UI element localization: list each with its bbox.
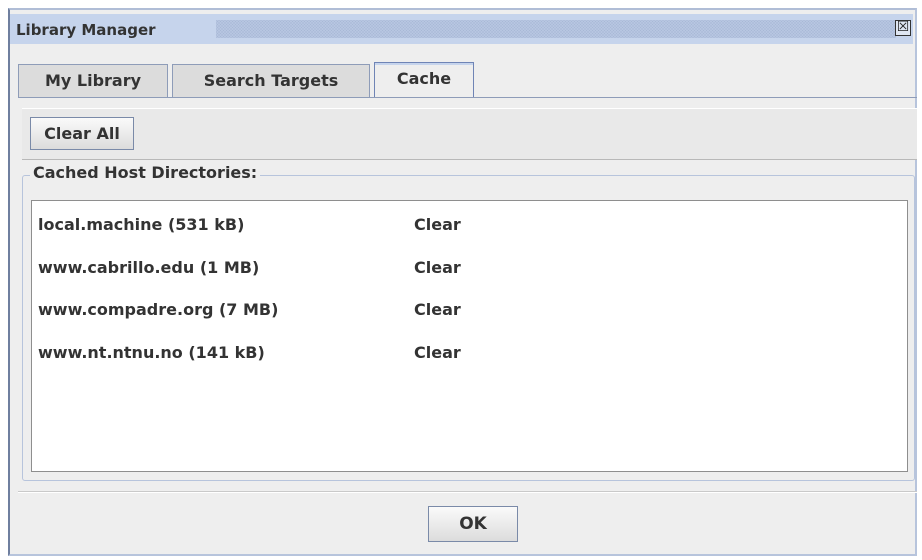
clear-host-button[interactable]: Clear xyxy=(414,258,461,277)
list-item: www.compadre.org (7 MB) Clear xyxy=(38,300,898,324)
clear-host-button[interactable]: Clear xyxy=(414,300,461,319)
list-item: www.nt.ntnu.no (141 kB) Clear xyxy=(38,343,898,367)
title-bar-texture xyxy=(216,20,896,38)
host-label: www.nt.ntnu.no (141 kB) xyxy=(38,343,265,362)
close-icon[interactable]: ☒ xyxy=(895,20,911,36)
footer-divider xyxy=(18,491,917,493)
cache-toolbar: Clear All xyxy=(22,108,917,160)
list-item: www.cabrillo.edu (1 MB) Clear xyxy=(38,258,898,282)
ok-button[interactable]: OK xyxy=(428,506,518,542)
host-label: www.cabrillo.edu (1 MB) xyxy=(38,258,260,277)
host-label: local.machine (531 kB) xyxy=(38,215,245,234)
clear-host-button[interactable]: Clear xyxy=(414,343,461,362)
cached-hosts-list[interactable]: local.machine (531 kB) Clear www.cabrill… xyxy=(31,200,908,472)
list-item: local.machine (531 kB) Clear xyxy=(38,215,898,239)
clear-host-button[interactable]: Clear xyxy=(414,215,461,234)
cached-hosts-title: Cached Host Directories: xyxy=(30,163,261,182)
title-bar[interactable]: Library Manager ☒ xyxy=(10,14,913,44)
tab-cache[interactable]: Cache xyxy=(374,62,474,98)
tab-my-library[interactable]: My Library xyxy=(18,64,168,98)
host-label: www.compadre.org (7 MB) xyxy=(38,300,279,319)
window-title: Library Manager xyxy=(16,21,162,39)
tab-strip-divider xyxy=(18,97,917,98)
tab-search-targets[interactable]: Search Targets xyxy=(172,64,370,98)
clear-all-button[interactable]: Clear All xyxy=(30,117,134,150)
